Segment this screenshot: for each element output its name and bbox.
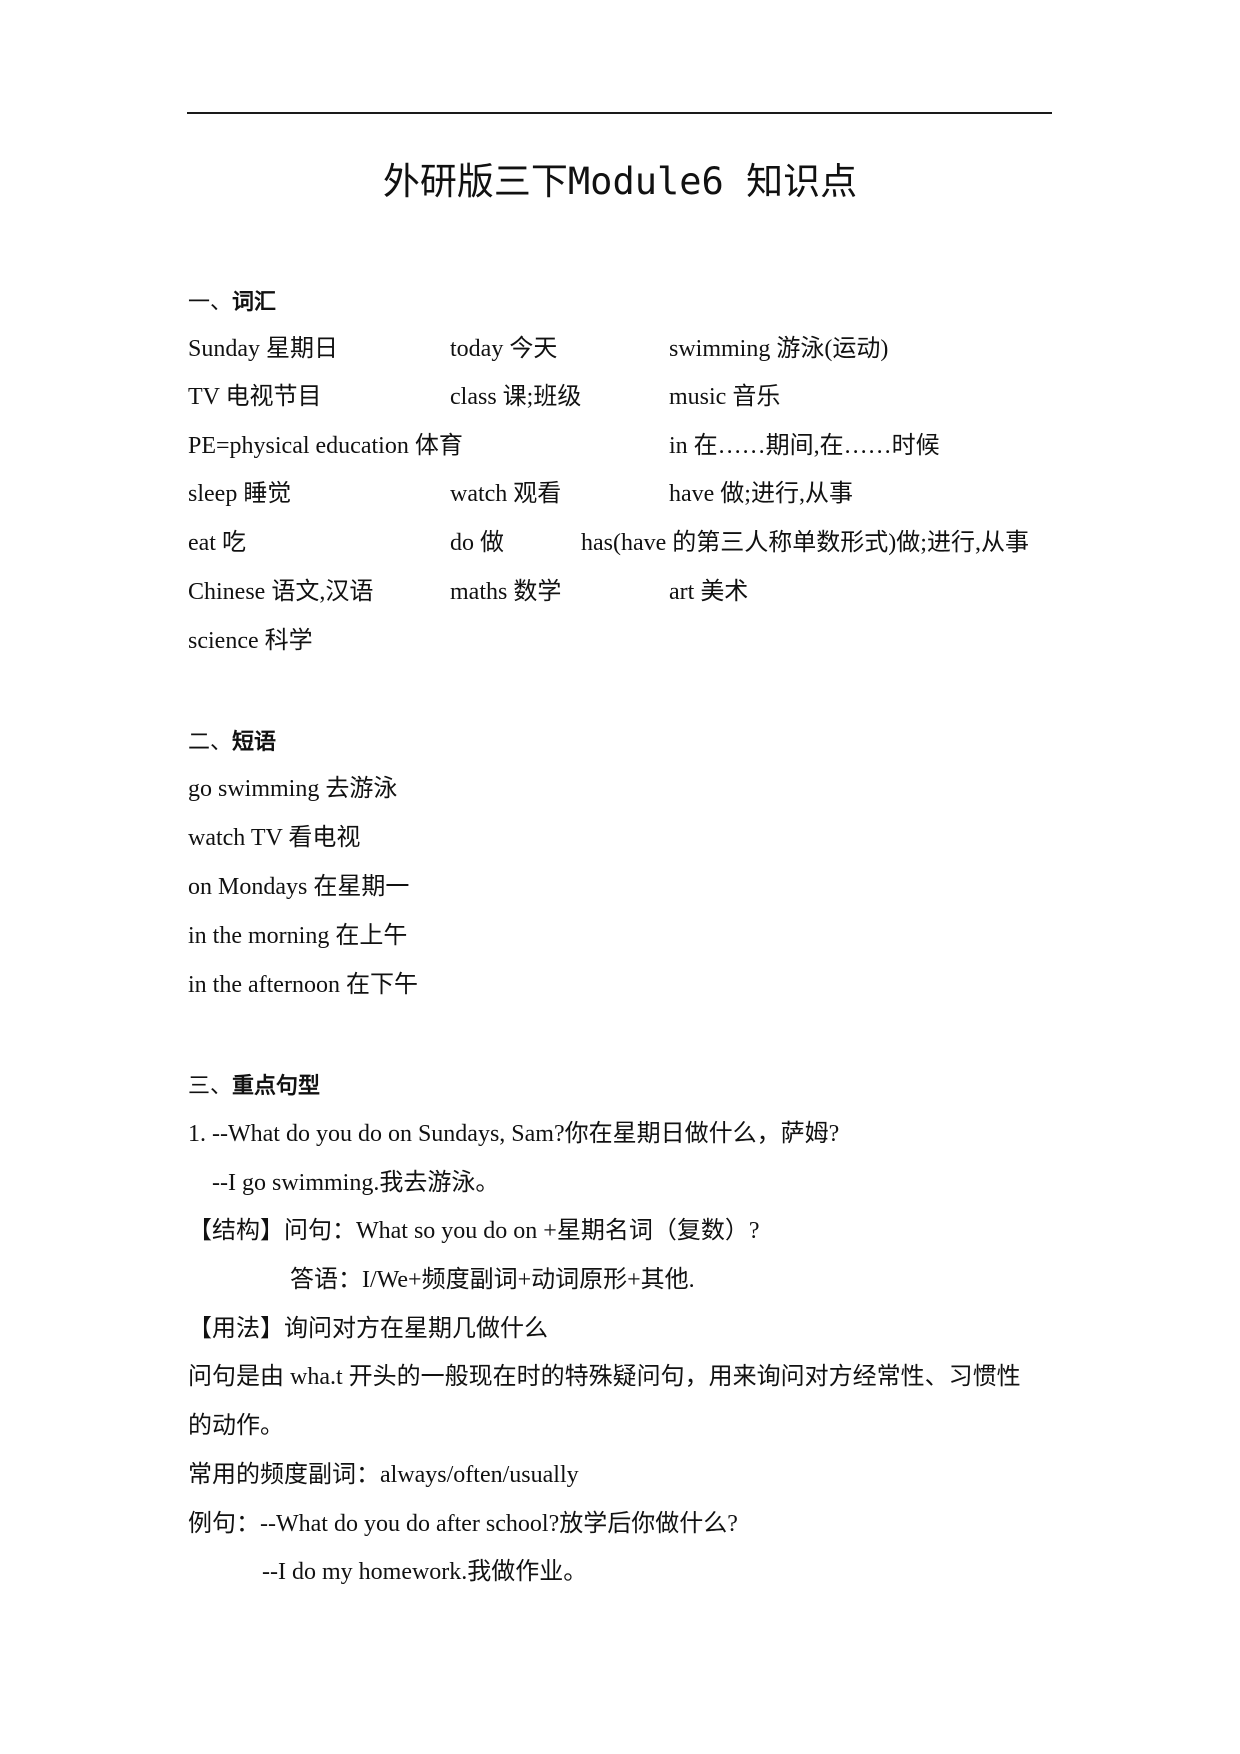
vocab-item: eat 吃 (188, 530, 246, 556)
vocab-item: do 做 (450, 530, 504, 556)
vocab-item: swimming 游泳(运动) (669, 336, 889, 362)
vocab-item: PE=physical education 体育 (188, 433, 463, 459)
vocab-item: sleep 睡觉 (188, 481, 292, 507)
vocab-item: maths 数学 (450, 579, 562, 605)
section-number: 一、 (188, 289, 233, 314)
usage-explanation: 问句是由 wha.t 开头的一般现在时的特殊疑问句，用来询问对方经常性、习惯性 (188, 1364, 1021, 1390)
example-sentence-answer: --I do my homework.我做作业。 (262, 1559, 588, 1585)
usage-explanation-cont: 的动作。 (188, 1413, 284, 1439)
vocab-item: Sunday 星期日 (188, 336, 338, 362)
example-sentence-question: 例句：--What do you do after school?放学后你做什么… (188, 1511, 738, 1537)
phrase-item: in the afternoon 在下午 (188, 972, 418, 998)
frequency-adverbs: 常用的频度副词：always/often/usually (188, 1462, 579, 1488)
section-title: 重点句型 (232, 1073, 321, 1098)
phrase-item: on Mondays 在星期一 (188, 874, 410, 900)
section-number: 二、 (188, 729, 233, 754)
example-question: 1. --What do you do on Sundays, Sam?你在星期… (188, 1121, 840, 1147)
usage-label: 【用法】询问对方在星期几做什么 (188, 1316, 548, 1342)
vocab-item: in 在……期间,在……时候 (669, 433, 940, 459)
vocab-item: TV 电视节目 (188, 384, 322, 410)
structure-question: 【结构】问句：What so you do on +星期名词（复数）? (188, 1218, 760, 1244)
vocab-item: art 美术 (669, 579, 749, 605)
page-title: 外研版三下Module6 知识点 (382, 160, 858, 203)
vocab-item: watch 观看 (450, 481, 562, 507)
section-heading-sentences: 三、重点句型 (188, 1070, 320, 1102)
vocab-item: music 音乐 (669, 384, 781, 410)
phrase-item: in the morning 在上午 (188, 923, 408, 949)
vocab-item: have 做;进行,从事 (669, 481, 853, 507)
section-title: 短语 (232, 729, 277, 754)
section-number: 三、 (188, 1073, 233, 1098)
section-title: 词汇 (232, 289, 277, 314)
phrase-item: watch TV 看电视 (188, 825, 361, 851)
phrase-item: go swimming 去游泳 (188, 776, 398, 802)
example-answer: --I go swimming.我去游泳。 (212, 1170, 500, 1196)
vocab-item: science 科学 (188, 628, 313, 654)
section-heading-phrases: 二、短语 (188, 726, 276, 758)
vocab-item: has(have 的第三人称单数形式)做;进行,从事 (581, 530, 1029, 556)
vocab-item: Chinese 语文,汉语 (188, 579, 374, 605)
vocab-item: class 课;班级 (450, 384, 582, 410)
header-rule (187, 112, 1052, 114)
structure-answer: 答语：I/We+频度副词+动词原形+其他. (290, 1267, 695, 1293)
vocab-item: today 今天 (450, 336, 558, 362)
section-heading-vocab: 一、词汇 (188, 286, 276, 318)
